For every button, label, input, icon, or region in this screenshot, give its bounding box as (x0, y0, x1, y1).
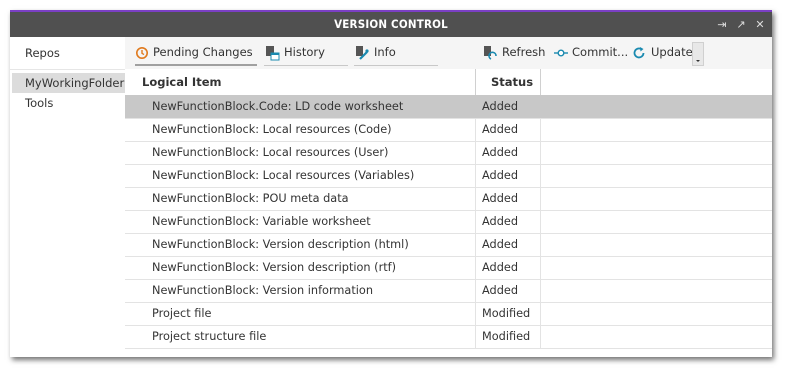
window-title: VERSION CONTROL (334, 17, 448, 31)
cell-logical-item: NewFunctionBlock: Local resources (User) (152, 146, 389, 159)
column-separator[interactable] (540, 69, 541, 95)
table-row[interactable]: NewFunctionBlock: POU meta data Added (125, 188, 772, 211)
table-row[interactable]: NewFunctionBlock: Local resources (Code)… (125, 119, 772, 142)
cell-logical-item: Project structure file (152, 330, 267, 343)
cell-status: Added (482, 261, 518, 274)
repos-header: Repos (10, 37, 125, 70)
tab-underline (135, 64, 257, 66)
cell-status: Added (482, 192, 518, 205)
table-row[interactable]: NewFunctionBlock: Version information Add… (125, 280, 772, 303)
title-bar[interactable]: VERSION CONTROL ⇥ ↗ ✕ (10, 12, 772, 37)
grid-header: Logical Item Status (125, 69, 772, 96)
cell-logical-item: NewFunctionBlock: Version information (152, 284, 373, 297)
close-icon[interactable]: ✕ (752, 12, 768, 37)
update-label: Update (651, 45, 693, 59)
cell-status: Added (482, 169, 518, 182)
pending-changes-icon (136, 46, 148, 59)
repo-item-tools[interactable]: Tools (10, 93, 125, 113)
cell-status: Added (482, 100, 518, 113)
tab-underline (264, 65, 348, 66)
toolbar-overflow-button[interactable] (692, 42, 704, 66)
info-icon (356, 45, 369, 60)
cell-logical-item: NewFunctionBlock: Local resources (Code) (152, 123, 392, 136)
column-header-status[interactable]: Status (491, 69, 533, 95)
chevron-down-icon (696, 60, 700, 62)
tab-label: Pending Changes (153, 45, 253, 59)
table-row[interactable]: NewFunctionBlock: Variable worksheet Adde… (125, 211, 772, 234)
table-row[interactable]: Project file Modified (125, 303, 772, 326)
table-row[interactable]: Project structure file Modified (125, 326, 772, 349)
tab-label: Info (374, 45, 396, 59)
table-row[interactable]: NewFunctionBlock: Local resources (User)… (125, 142, 772, 165)
refresh-icon (484, 45, 497, 60)
column-header-logical-item[interactable]: Logical Item (142, 69, 221, 95)
table-row[interactable]: NewFunctionBlock.Code: LD code worksheet… (125, 96, 772, 119)
cell-logical-item: NewFunctionBlock: Version description (h… (152, 238, 409, 251)
cell-logical-item: NewFunctionBlock: Version description (r… (152, 261, 397, 274)
table-row[interactable]: NewFunctionBlock: Version description (r… (125, 257, 772, 280)
tab-info[interactable]: Info (354, 41, 438, 66)
repo-item-myworkingfolder[interactable]: MyWorkingFolder (12, 73, 125, 93)
cell-logical-item: NewFunctionBlock: Local resources (Varia… (152, 169, 415, 182)
cell-status: Modified (482, 330, 531, 343)
maximize-icon[interactable]: ↗ (733, 12, 749, 37)
cell-status: Added (482, 146, 518, 159)
commit-button[interactable]: Commit... (553, 41, 628, 64)
refresh-label: Refresh (502, 45, 546, 59)
tab-history[interactable]: History (264, 41, 348, 66)
repos-panel: Repos MyWorkingFolder Tools (10, 37, 126, 357)
toolbar: Pending Changes History Info Refresh Com… (125, 37, 772, 70)
update-icon (633, 46, 645, 58)
cell-logical-item: Project file (152, 307, 212, 320)
refresh-button[interactable]: Refresh (482, 41, 545, 64)
pending-changes-grid: Logical Item Status NewFunctionBlock.Cod… (125, 69, 772, 357)
grid-rows: NewFunctionBlock.Code: LD code worksheet… (125, 96, 772, 349)
tab-label: History (284, 45, 325, 59)
cell-logical-item: NewFunctionBlock.Code: LD code worksheet (152, 100, 404, 113)
table-row[interactable]: NewFunctionBlock: Local resources (Varia… (125, 165, 772, 188)
tab-pending-changes[interactable]: Pending Changes (135, 41, 257, 66)
commit-icon (554, 48, 568, 56)
cell-status: Added (482, 215, 518, 228)
cell-status: Modified (482, 307, 531, 320)
cell-status: Added (482, 238, 518, 251)
commit-label: Commit... (572, 45, 629, 59)
update-button[interactable]: Update (632, 41, 693, 64)
history-icon (266, 45, 280, 60)
column-separator[interactable] (475, 69, 476, 95)
pin-icon[interactable]: ⇥ (714, 12, 730, 37)
cell-logical-item: NewFunctionBlock: POU meta data (152, 192, 349, 205)
cell-logical-item: NewFunctionBlock: Variable worksheet (152, 215, 371, 228)
tab-underline (354, 65, 438, 66)
table-row[interactable]: NewFunctionBlock: Version description (h… (125, 234, 772, 257)
cell-status: Added (482, 123, 518, 136)
cell-status: Added (482, 284, 518, 297)
version-control-window: VERSION CONTROL ⇥ ↗ ✕ Repos MyWorkingFol… (10, 10, 772, 357)
